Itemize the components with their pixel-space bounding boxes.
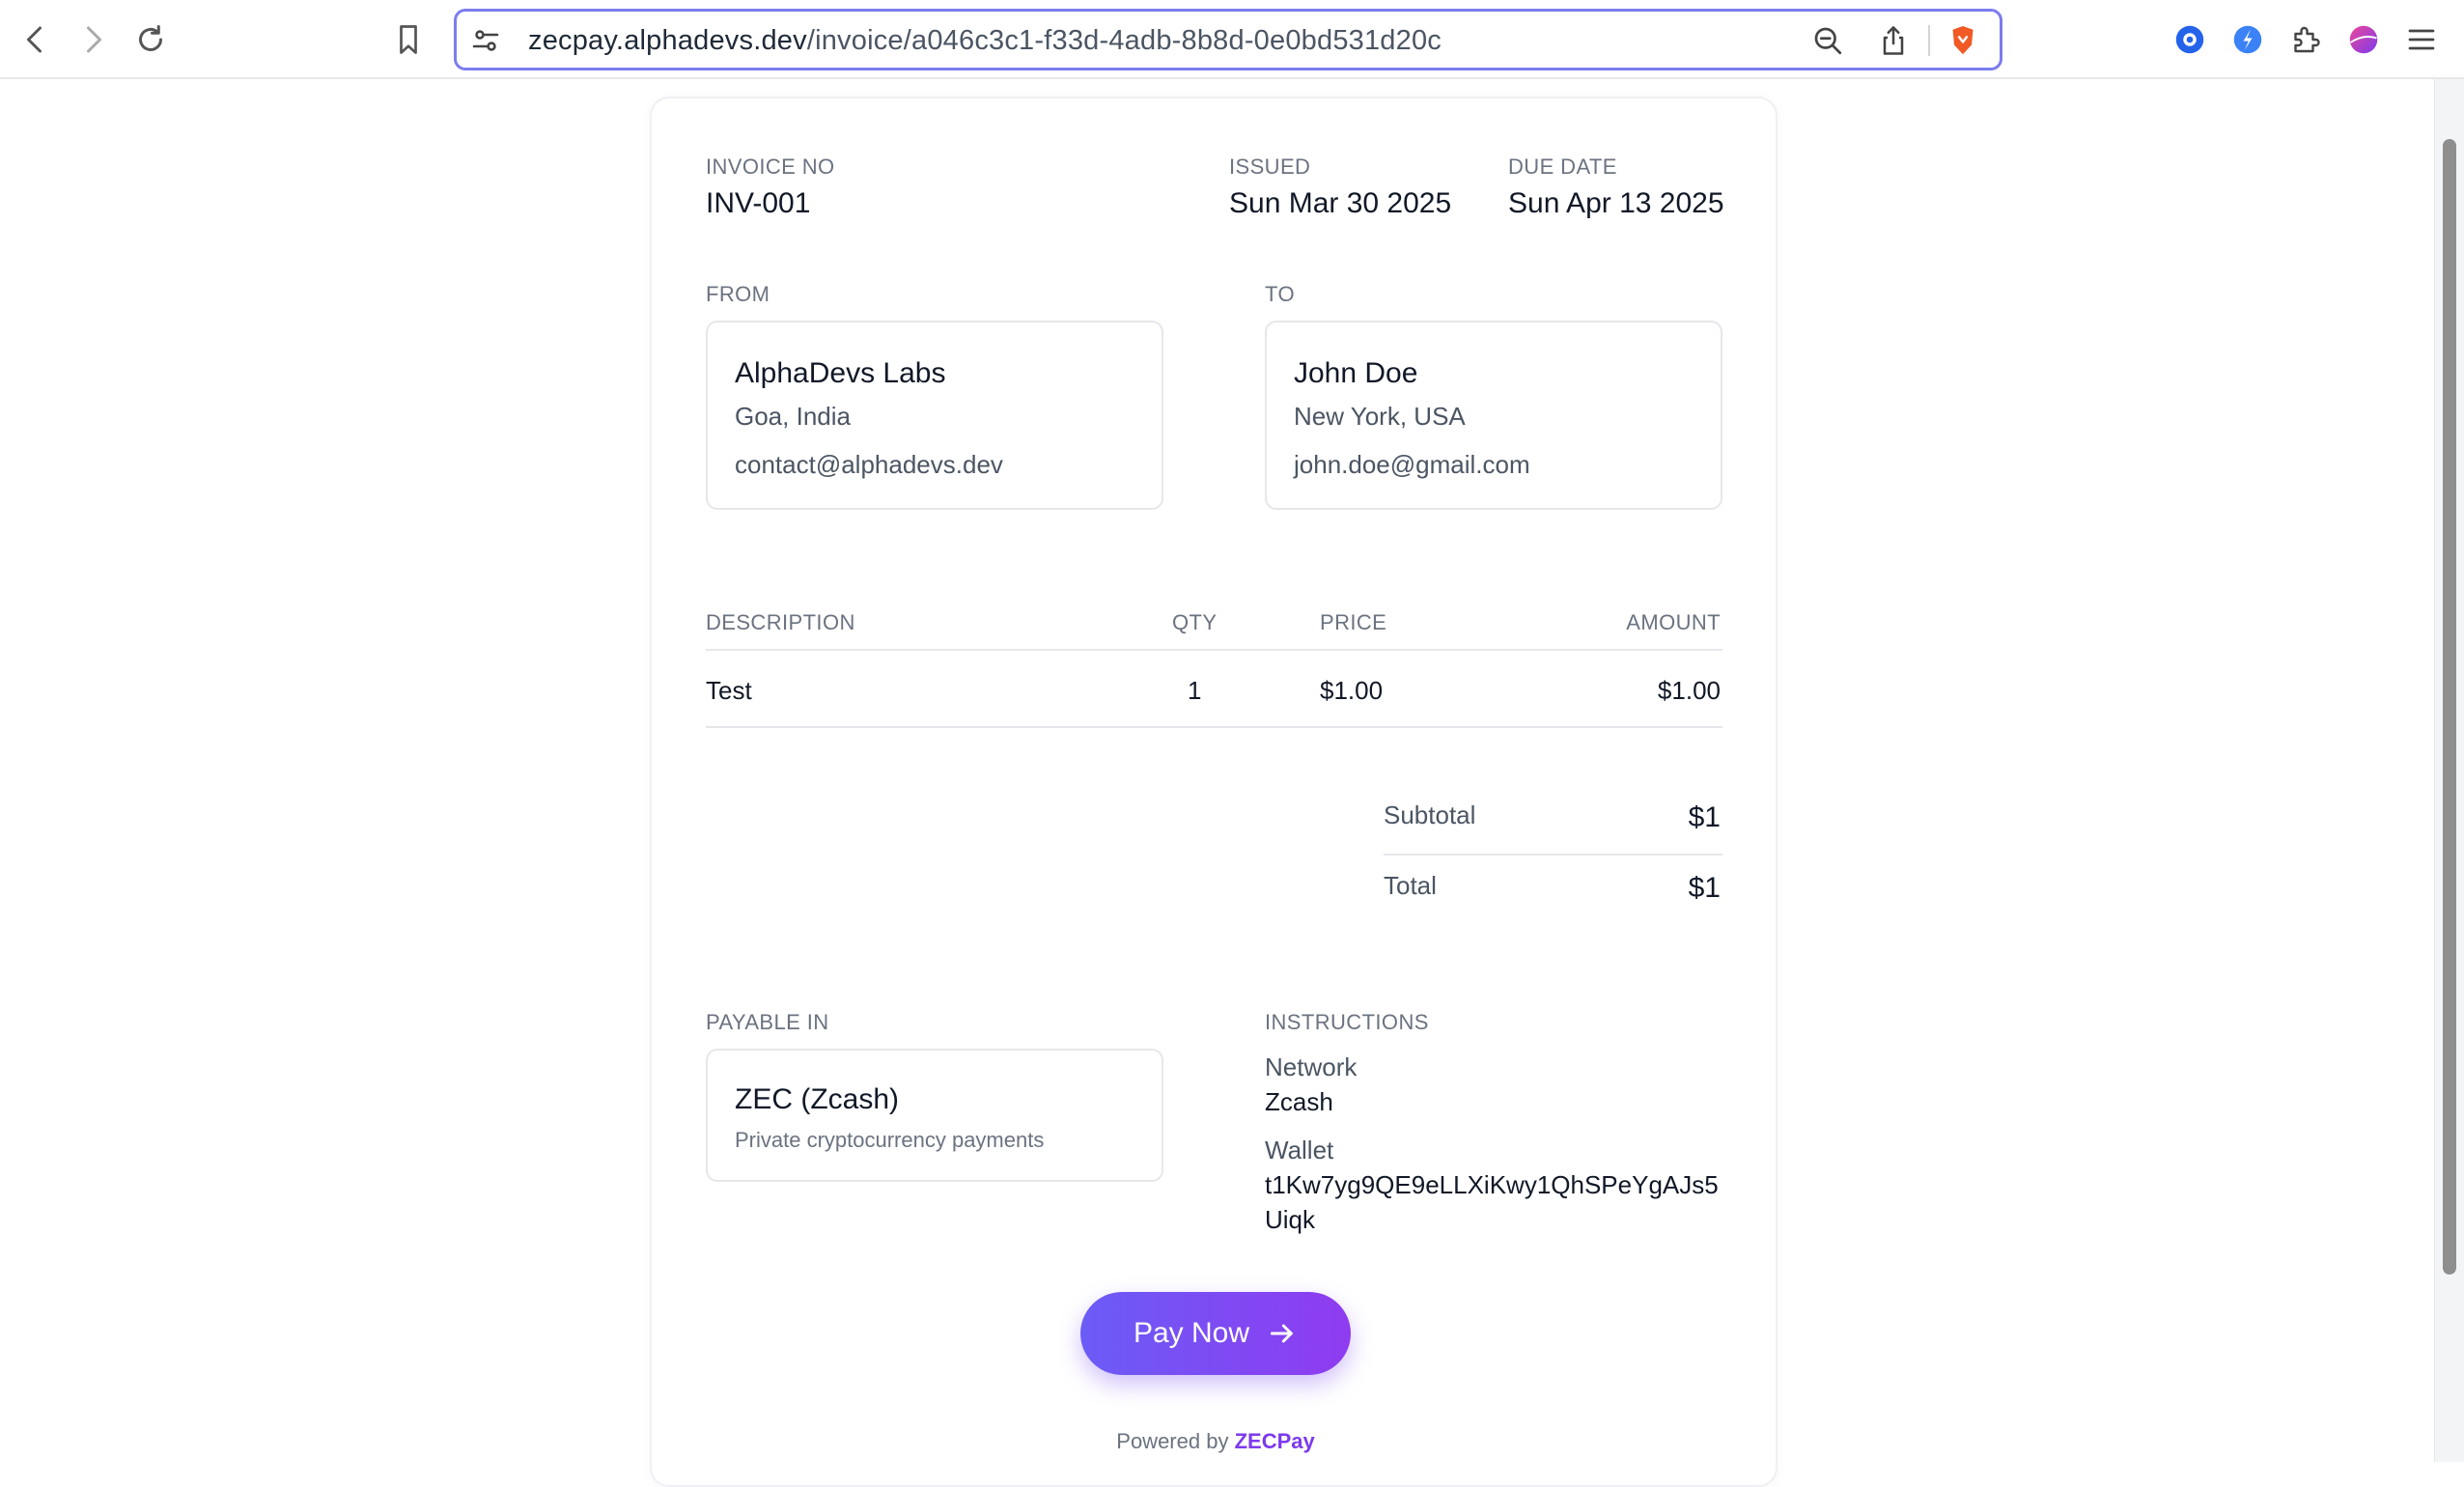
vertical-scrollbar[interactable] bbox=[2434, 79, 2464, 1462]
from-email: contact@alphadevs.dev bbox=[735, 450, 1003, 479]
subtotal-value: $1 bbox=[1688, 801, 1721, 833]
total-label: Total bbox=[1384, 871, 1437, 900]
powered-by-text: Powered by bbox=[1116, 1429, 1229, 1453]
url-path: /invoice/a046c3c1-f33d-4adb-8b8d-0e0bd53… bbox=[806, 25, 1442, 56]
currency-description: Private cryptocurrency payments bbox=[735, 1128, 1045, 1152]
total-value: $1 bbox=[1688, 872, 1721, 904]
zecpay-brand-link[interactable]: ZECPay bbox=[1235, 1429, 1315, 1453]
invoice-card: INVOICE NO INV-001 ISSUED Sun Mar 30 202… bbox=[650, 97, 1778, 1487]
extensions-puzzle-icon[interactable] bbox=[2286, 20, 2325, 59]
brave-shields-icon[interactable] bbox=[1944, 21, 1982, 60]
invoice-number: INV-001 bbox=[706, 187, 811, 219]
extension-1-icon[interactable] bbox=[2170, 20, 2209, 59]
item-amount: $1.00 bbox=[1657, 676, 1721, 705]
table-row-divider bbox=[706, 726, 1722, 728]
to-email: john.doe@gmail.com bbox=[1294, 450, 1530, 479]
arrow-right-icon bbox=[1270, 1324, 1293, 1343]
url-domain: zecpay.alphadevs.dev bbox=[528, 25, 807, 56]
network-value: Zcash bbox=[1265, 1087, 1333, 1116]
pay-now-button[interactable]: Pay Now bbox=[1080, 1292, 1351, 1375]
to-label: TO bbox=[1265, 282, 1295, 306]
powered-by-footer: Powered by ZECPay bbox=[652, 1429, 1779, 1454]
menu-icon[interactable] bbox=[2402, 20, 2441, 59]
network-label: Network bbox=[1265, 1052, 1358, 1081]
zoom-out-icon[interactable] bbox=[1808, 21, 1847, 60]
due-date: Sun Apr 13 2025 bbox=[1508, 187, 1724, 219]
from-label: FROM bbox=[706, 282, 770, 306]
to-location: New York, USA bbox=[1294, 402, 1466, 431]
url-text[interactable]: zecpay.alphadevs.dev/invoice/a046c3c1-f3… bbox=[528, 25, 1442, 57]
wallet-address-line2: Uiqk bbox=[1265, 1205, 1316, 1234]
issued-date: Sun Mar 30 2025 bbox=[1229, 187, 1452, 219]
share-icon[interactable] bbox=[1874, 21, 1913, 60]
col-header-amount: AMOUNT bbox=[1626, 610, 1721, 634]
back-icon[interactable] bbox=[16, 20, 55, 59]
bookmark-icon[interactable] bbox=[389, 20, 428, 59]
item-description: Test bbox=[706, 676, 752, 705]
from-card: AlphaDevs Labs Goa, India contact@alphad… bbox=[706, 321, 1163, 510]
item-qty: 1 bbox=[1188, 676, 1202, 705]
instructions-label: INSTRUCTIONS bbox=[1265, 1010, 1429, 1034]
col-header-qty: QTY bbox=[1172, 610, 1218, 634]
payable-in-label: PAYABLE IN bbox=[706, 1010, 829, 1034]
forward-icon[interactable] bbox=[73, 20, 112, 59]
due-date-label: DUE DATE bbox=[1508, 154, 1617, 179]
to-name: John Doe bbox=[1294, 357, 1418, 389]
totals-divider bbox=[1384, 854, 1722, 856]
from-name: AlphaDevs Labs bbox=[735, 357, 946, 389]
col-header-description: DESCRIPTION bbox=[706, 610, 855, 634]
wallet-label: Wallet bbox=[1265, 1136, 1334, 1164]
issued-label: ISSUED bbox=[1229, 154, 1311, 179]
col-header-price: PRICE bbox=[1320, 610, 1387, 634]
subtotal-label: Subtotal bbox=[1384, 800, 1476, 829]
pay-now-label: Pay Now bbox=[1133, 1317, 1250, 1349]
currency-name: ZEC (Zcash) bbox=[735, 1083, 900, 1115]
wallet-address-line1: t1Kw7yg9QE9eLLXiKwy1QhSPeYgAJs5 bbox=[1265, 1170, 1719, 1199]
browser-toolbar: zecpay.alphadevs.dev/invoice/a046c3c1-f3… bbox=[0, 0, 2464, 79]
to-card: John Doe New York, USA john.doe@gmail.co… bbox=[1265, 321, 1722, 510]
from-location: Goa, India bbox=[735, 402, 851, 431]
invoice-number-label: INVOICE NO bbox=[706, 154, 835, 179]
url-divider bbox=[1928, 25, 1930, 56]
address-bar[interactable]: zecpay.alphadevs.dev/invoice/a046c3c1-f3… bbox=[454, 9, 2002, 70]
profile-avatar-icon[interactable] bbox=[2344, 20, 2383, 59]
extension-2-icon[interactable] bbox=[2228, 20, 2267, 59]
currency-card: ZEC (Zcash) Private cryptocurrency payme… bbox=[706, 1049, 1163, 1182]
table-header-divider bbox=[706, 649, 1722, 651]
item-price: $1.00 bbox=[1320, 676, 1384, 705]
site-settings-icon[interactable] bbox=[466, 21, 505, 60]
scrollbar-thumb[interactable] bbox=[2443, 139, 2456, 1275]
reload-icon[interactable] bbox=[131, 20, 170, 59]
